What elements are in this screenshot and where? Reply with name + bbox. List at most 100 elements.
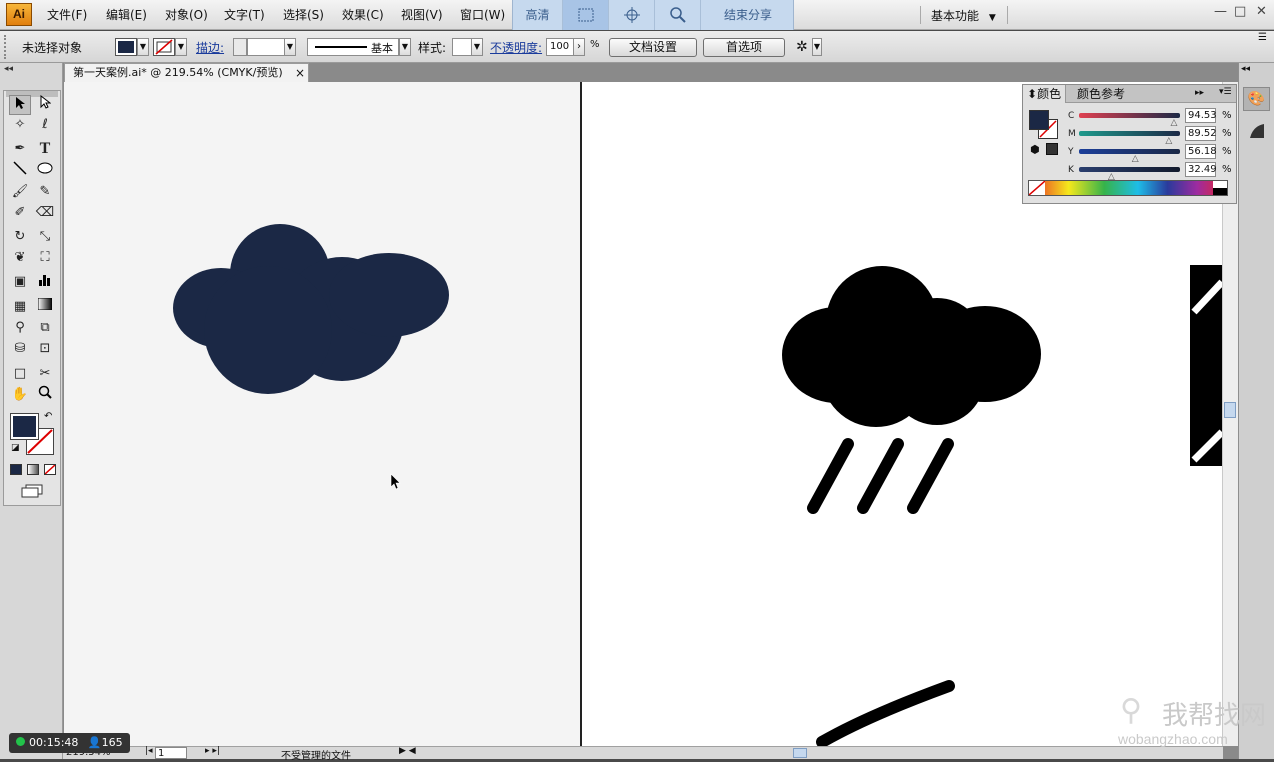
- white-chip[interactable]: [1213, 181, 1227, 188]
- screen-mode-icon[interactable]: [20, 484, 44, 498]
- minimize-button[interactable]: —: [1214, 4, 1227, 19]
- opacity-label[interactable]: 不透明度:: [490, 39, 542, 56]
- black-chip[interactable]: [1213, 188, 1227, 195]
- end-share-button[interactable]: 结束分享: [701, 0, 795, 30]
- stroke-weight-field[interactable]: [247, 38, 285, 56]
- slider-thumb-icon[interactable]: △: [1170, 118, 1177, 128]
- selection-tool-icon[interactable]: [9, 95, 31, 115]
- next-page-icon[interactable]: ▸ ▸|: [205, 746, 220, 756]
- channel-value-k[interactable]: 32.49: [1185, 162, 1217, 177]
- collapse-icon[interactable]: ◂◂: [4, 64, 13, 74]
- document-setup-button[interactable]: 文档设置: [609, 38, 697, 57]
- panel-menu-icon[interactable]: ☰: [1258, 32, 1267, 43]
- channel-value-c[interactable]: 94.53: [1185, 108, 1217, 123]
- blend-tool-icon[interactable]: ⧉: [34, 318, 56, 338]
- rotate-tool-icon[interactable]: ↻: [9, 227, 31, 247]
- style-dropdown[interactable]: ▼: [471, 38, 483, 56]
- scrollbar-thumb[interactable]: [1224, 402, 1236, 418]
- live-paint-selection-icon[interactable]: ⊡: [34, 339, 56, 359]
- sparkle-dropdown[interactable]: ▼: [812, 38, 822, 56]
- fill-color-swatch[interactable]: [115, 38, 137, 56]
- maximize-button[interactable]: □: [1234, 4, 1246, 19]
- fill-swatch[interactable]: [10, 413, 39, 440]
- ellipse-tool-icon[interactable]: [34, 161, 56, 181]
- lasso-tool-icon[interactable]: ℓ: [34, 115, 56, 135]
- channel-slider-k[interactable]: [1079, 167, 1180, 172]
- color-mode-icon[interactable]: [10, 464, 22, 475]
- sparkle-icon[interactable]: ✲: [796, 39, 810, 55]
- free-transform-tool-icon[interactable]: ⛶: [34, 248, 56, 268]
- zoom-share-button[interactable]: [655, 0, 701, 30]
- line-tool-icon[interactable]: [9, 161, 31, 181]
- pen-tool-icon[interactable]: ✒: [9, 139, 31, 159]
- magic-wand-tool-icon[interactable]: ✧: [9, 115, 31, 135]
- channel-slider-y[interactable]: [1079, 149, 1180, 154]
- stroke-profile-field[interactable]: 基本: [307, 38, 399, 56]
- stroke-dropdown[interactable]: ▼: [175, 38, 187, 56]
- menu-select[interactable]: 选择(S): [283, 6, 324, 23]
- default-colors-icon[interactable]: ◪: [11, 443, 20, 453]
- color-guide-icon[interactable]: [1243, 119, 1270, 143]
- close-tab-icon[interactable]: ×: [295, 64, 305, 82]
- eraser-tool-icon[interactable]: ⌫: [34, 203, 56, 223]
- menu-window[interactable]: 窗口(W): [460, 6, 505, 23]
- opacity-input[interactable]: 100: [546, 38, 574, 56]
- hd-button[interactable]: 高清: [513, 0, 563, 30]
- preferences-button[interactable]: 首选项: [703, 38, 785, 57]
- paintbrush-tool-icon[interactable]: 🖌: [9, 182, 31, 202]
- none-mode-icon[interactable]: [44, 464, 56, 475]
- panel-menu-icon[interactable]: ▾☰: [1219, 87, 1232, 97]
- menu-effect[interactable]: 效果(C): [342, 6, 384, 23]
- mesh-tool-icon[interactable]: ▦: [9, 297, 31, 317]
- fill-dropdown[interactable]: ▼: [137, 38, 149, 56]
- channel-value-y[interactable]: 56.18: [1185, 144, 1217, 159]
- crosshair-button[interactable]: [609, 0, 655, 30]
- menu-type[interactable]: 文字(T): [224, 6, 265, 23]
- expand-dock-icon[interactable]: ◂◂: [1241, 64, 1250, 74]
- color-spectrum-ramp[interactable]: [1028, 180, 1228, 196]
- menu-view[interactable]: 视图(V): [401, 6, 443, 23]
- tab-color-guide[interactable]: 颜色参考: [1073, 85, 1129, 103]
- menu-file[interactable]: 文件(F): [47, 6, 87, 23]
- web-safe-swatch[interactable]: [1046, 143, 1058, 155]
- style-swatch[interactable]: [452, 38, 472, 56]
- menu-edit[interactable]: 编辑(E): [106, 6, 147, 23]
- document-tab[interactable]: 第一天案例.ai* @ 219.54% (CMYK/预览) ×: [64, 63, 309, 82]
- blob-brush-tool-icon[interactable]: ✐: [9, 203, 31, 223]
- artboard-left[interactable]: [64, 82, 581, 746]
- channel-slider-c[interactable]: [1079, 113, 1180, 118]
- zoom-tool-icon[interactable]: [34, 385, 56, 405]
- eyedropper-tool-icon[interactable]: ⚲: [9, 318, 31, 338]
- slider-thumb-icon[interactable]: △: [1132, 154, 1139, 164]
- swap-colors-icon[interactable]: ↶: [44, 411, 52, 422]
- artboard-tool-icon[interactable]: □: [9, 364, 31, 384]
- workspace-switcher[interactable]: 基本功能 ▼: [931, 7, 996, 24]
- direct-selection-tool-icon[interactable]: [34, 94, 56, 115]
- cloud-artwork-navy[interactable]: [64, 82, 581, 746]
- stroke-profile-dropdown[interactable]: ▼: [399, 38, 411, 56]
- stroke-weight-dropdown[interactable]: ▼: [284, 38, 296, 56]
- stroke-weight-spinner[interactable]: [233, 38, 247, 56]
- out-of-gamut-icon[interactable]: ⬢: [1030, 143, 1040, 156]
- menu-object[interactable]: 对象(O): [165, 6, 208, 23]
- hand-tool-icon[interactable]: ✋: [9, 385, 31, 405]
- grip-handle[interactable]: [4, 35, 8, 59]
- warp-tool-icon[interactable]: ❦: [9, 248, 31, 268]
- scale-tool-icon[interactable]: ⤡: [34, 227, 56, 247]
- stroke-color-swatch[interactable]: [153, 38, 175, 56]
- symbol-sprayer-tool-icon[interactable]: ▣: [9, 272, 31, 292]
- pencil-tool-icon[interactable]: ✎: [34, 182, 56, 202]
- panel-fill-swatch[interactable]: [1029, 110, 1049, 130]
- tab-color[interactable]: ⬍颜色: [1023, 85, 1067, 103]
- slice-tool-icon[interactable]: ✂: [34, 364, 56, 384]
- slider-thumb-icon[interactable]: △: [1165, 136, 1172, 146]
- region-select-button[interactable]: [563, 0, 609, 30]
- close-button[interactable]: ✕: [1256, 4, 1267, 19]
- page-number-field[interactable]: 1: [155, 747, 187, 759]
- palette-icon[interactable]: 🎨: [1243, 87, 1270, 111]
- horizontal-scroll-thumb[interactable]: [793, 748, 807, 758]
- gradient-tool-icon[interactable]: [34, 297, 56, 317]
- live-paint-bucket-icon[interactable]: ⛁: [9, 339, 31, 359]
- status-menu-arrow-icon[interactable]: ▶ ◀: [399, 746, 416, 756]
- none-color-chip[interactable]: [1028, 180, 1046, 196]
